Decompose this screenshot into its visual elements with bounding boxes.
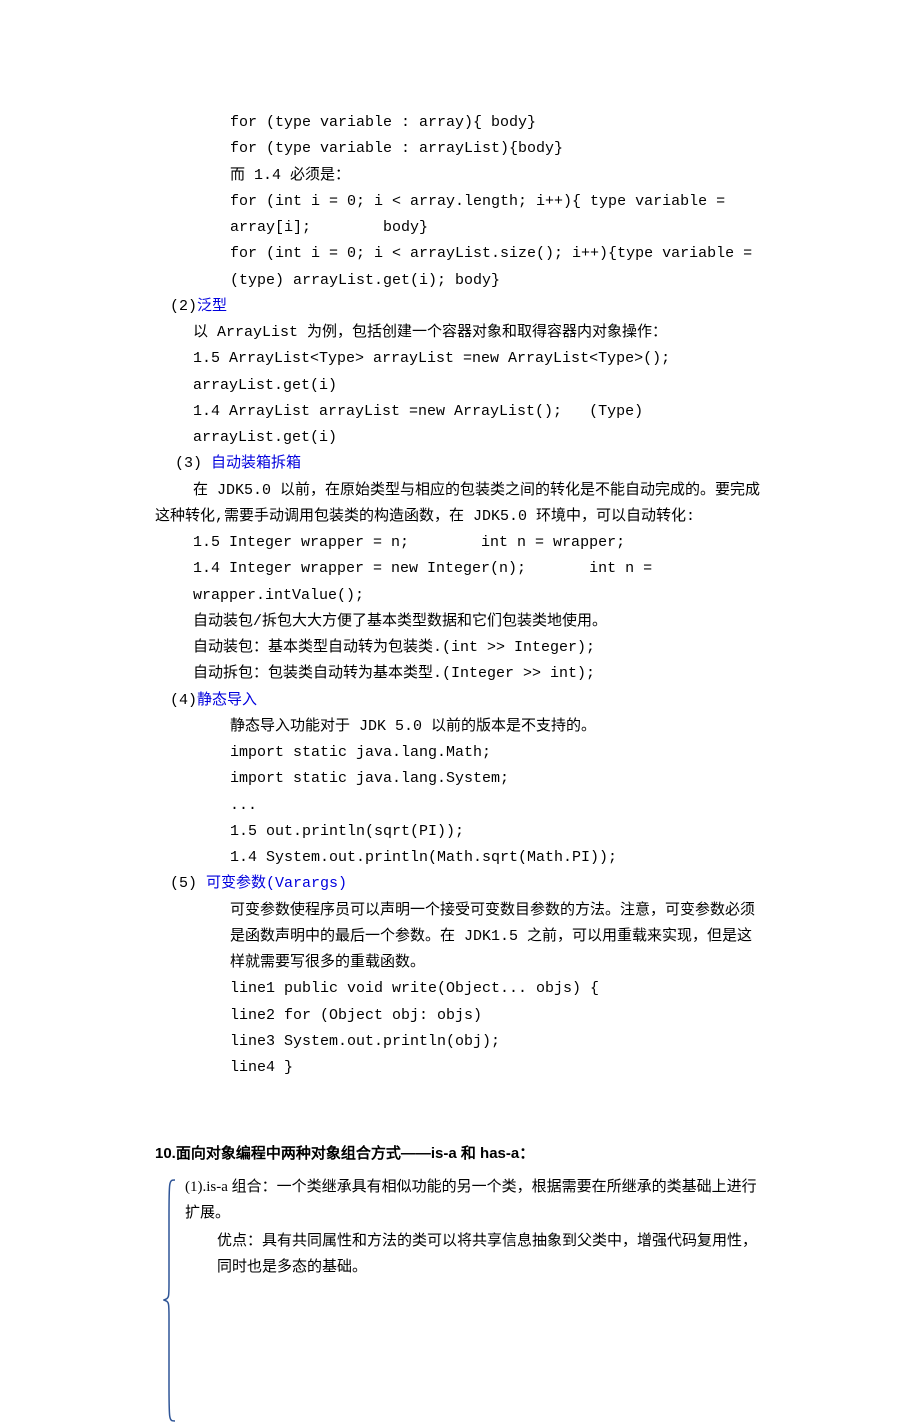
heading-10: 10.面向对象编程中两种对象组合方式——is-a 和 has-a： (155, 1141, 765, 1167)
code-line: 1.4 ArrayList arrayList =new ArrayList()… (155, 399, 765, 452)
code-line: import static java.lang.Math; (155, 740, 765, 766)
text-paragraph: (1).is-a 组合：一个类继承具有相似功能的另一个类，根据需要在所继承的类基… (185, 1174, 765, 1227)
code-line: ... (155, 793, 765, 819)
code-line: for (type variable : arrayList){body} (155, 136, 765, 162)
keyword-varargs: 可变参数(Varargs) (206, 875, 347, 892)
code-line: line4 } (155, 1055, 765, 1081)
code-line: for (type variable : array){ body} (155, 110, 765, 136)
text-line: 自动装包/拆包大大方便了基本类型数据和它们包装类地使用。 (155, 609, 765, 635)
section-heading-varargs: (5) 可变参数(Varargs) (155, 871, 765, 897)
section-heading-autoboxing: (3) 自动装箱拆箱 (155, 451, 765, 477)
code-line: 1.4 Integer wrapper = new Integer(n); in… (155, 556, 765, 609)
text-paragraph: 在 JDK5.0 以前，在原始类型与相应的包装类之间的转化是不能自动完成的。要完… (155, 478, 765, 531)
text-line: 以 ArrayList 为例，包括创建一个容器对象和取得容器内对象操作： (155, 320, 765, 346)
code-line: import static java.lang.System; (155, 766, 765, 792)
text-line: 静态导入功能对于 JDK 5.0 以前的版本是不支持的。 (155, 714, 765, 740)
code-line: 1.5 out.println(sqrt(PI)); (155, 819, 765, 845)
code-line: 1.5 Integer wrapper = n; int n = wrapper… (155, 530, 765, 556)
section-heading-generics: (2)泛型 (155, 294, 765, 320)
keyword-generics: 泛型 (197, 298, 227, 315)
code-line: 1.4 System.out.println(Math.sqrt(Math.PI… (155, 845, 765, 871)
braced-section: (1).is-a 组合：一个类继承具有相似功能的另一个类，根据需要在所继承的类基… (155, 1174, 765, 1281)
keyword-autoboxing: 自动装箱拆箱 (211, 455, 301, 472)
text-line: 而 1.4 必须是： (155, 163, 765, 189)
text-paragraph: 优点：具有共同属性和方法的类可以将共享信息抽象到父类中，增强代码复用性，同时也是… (185, 1228, 765, 1281)
code-line: line1 public void write(Object... objs) … (155, 976, 765, 1002)
page: for (type variable : array){ body} for (… (0, 0, 920, 1341)
text-line: 自动装包：基本类型自动转为包装类.(int >> Integer); (155, 635, 765, 661)
text-paragraph: 可变参数使程序员可以声明一个接受可变数目参数的方法。注意，可变参数必须是函数声明… (155, 898, 765, 977)
code-line: line2 for (Object obj: objs) (155, 1003, 765, 1029)
text-line: 自动拆包：包装类自动转为基本类型.(Integer >> int); (155, 661, 765, 687)
section-heading-static-import: (4)静态导入 (155, 688, 765, 714)
code-line: 1.5 ArrayList<Type> arrayList =new Array… (155, 346, 765, 399)
keyword-static-import: 静态导入 (197, 692, 257, 709)
code-line: line3 System.out.println(obj); (155, 1029, 765, 1055)
code-line: for (int i = 0; i < arrayList.size(); i+… (155, 241, 765, 294)
spacer (155, 1081, 765, 1141)
curly-brace-icon (163, 1178, 177, 1423)
code-line: for (int i = 0; i < array.length; i++){ … (155, 189, 765, 242)
